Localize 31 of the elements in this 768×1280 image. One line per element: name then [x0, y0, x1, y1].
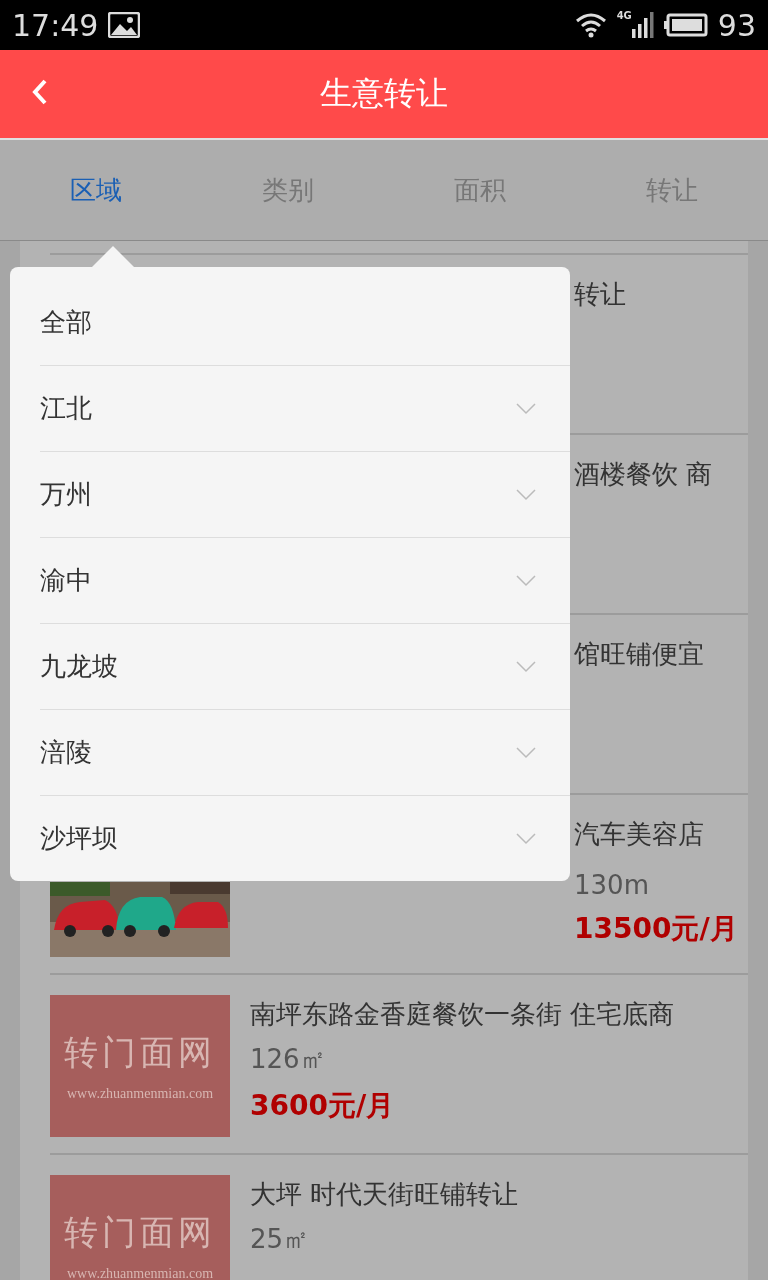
listing-price: 13500元/月 [574, 911, 738, 947]
region-option[interactable]: 渝中 [40, 537, 570, 623]
logo-text: 转门面网 [64, 1211, 216, 1254]
listing-area: 25㎡ [250, 1222, 519, 1257]
image-icon [108, 12, 141, 38]
listing-title[interactable]: 南坪东路金香庭餐饮一条街 住宅底商 [250, 997, 675, 1032]
listing-price: 3600元/月 [250, 1088, 396, 1124]
signal-icon [631, 12, 654, 38]
listing-area: 130m [574, 870, 738, 900]
listing-title[interactable]: 馆旺铺便宜 [574, 637, 704, 672]
region-option[interactable]: 万州 [40, 451, 570, 537]
battery-level: 93 [717, 7, 756, 43]
listing-title[interactable]: 酒楼餐饮 商 [574, 457, 713, 492]
back-icon [32, 78, 48, 106]
battery-icon [663, 13, 708, 37]
region-option[interactable]: 江北 [40, 365, 570, 451]
listing-title[interactable]: 汽车美容店 [574, 817, 738, 852]
logo-url: www.zhuanmenmian.com [66, 1266, 214, 1280]
clock: 17:49 [12, 7, 99, 43]
region-option[interactable]: 涪陵 [40, 709, 570, 795]
page-title: 生意转让 [320, 73, 448, 114]
logo-url: www.zhuanmenmian.com [66, 1086, 214, 1102]
listing-title[interactable]: 转让 [574, 277, 626, 312]
logo-text: 转门面网 [64, 1031, 216, 1074]
region-option[interactable]: 沙坪坝 [40, 795, 570, 881]
network-type: 4G [616, 10, 632, 21]
region-option[interactable]: 九龙坡 [40, 623, 570, 709]
wifi-icon [574, 12, 607, 38]
region-option[interactable]: 全部 [40, 279, 570, 365]
listing-area: 126㎡ [250, 1042, 675, 1077]
listing-title[interactable]: 大坪 时代天街旺铺转让 [250, 1177, 519, 1212]
